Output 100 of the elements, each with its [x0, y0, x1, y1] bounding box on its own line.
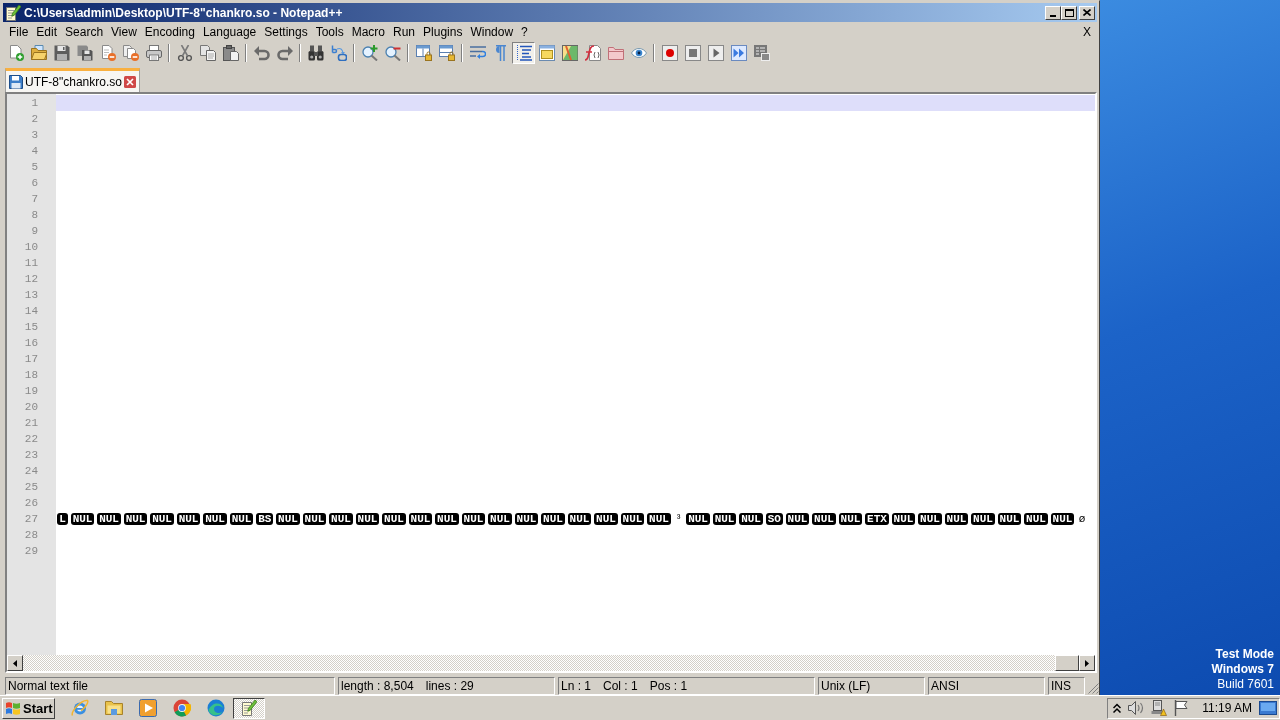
control-char-label: NUL: [647, 513, 671, 525]
control-char-label: NUL: [70, 513, 95, 525]
browser-icon[interactable]: [71, 699, 89, 717]
scroll-left-button[interactable]: [7, 655, 23, 671]
line-number: 8: [30, 208, 39, 223]
line-number: 14: [23, 304, 39, 319]
control-char-label: NUL: [203, 513, 227, 525]
control-char-label: NUL: [812, 513, 836, 525]
taskbar-button[interactable]: [233, 697, 265, 719]
code-text: ³: [674, 513, 683, 525]
line-number: 17: [23, 352, 39, 367]
status-text: Normal text file: [8, 679, 89, 693]
minimize-icon[interactable]: [1050, 14, 1056, 17]
menu-item[interactable]: Encoding: [140, 23, 199, 41]
control-char-label: NUL: [838, 513, 863, 525]
close-icon[interactable]: [1083, 9, 1091, 16]
control-char-label: NUL: [461, 513, 486, 525]
size-grip-icon[interactable]: [1088, 683, 1099, 694]
menu-item[interactable]: Macro: [347, 23, 389, 41]
control-char-label: NUL: [97, 513, 121, 525]
control-char-label: NUL: [382, 513, 406, 525]
control-char-label: NUL: [1050, 513, 1075, 525]
file-tab[interactable]: UTF-8"chankro.so: [5, 68, 140, 92]
control-char-label: L: [57, 513, 68, 525]
menu-item[interactable]: ?: [517, 23, 532, 41]
right-triangle-icon[interactable]: [1085, 659, 1089, 667]
control-char-label: NUL: [514, 513, 539, 525]
line-number: 22: [23, 432, 39, 447]
scrollbar-thumb[interactable]: [1055, 655, 1079, 671]
chevron-up-icon[interactable]: [1113, 703, 1121, 713]
line-number: 21: [23, 416, 39, 431]
status-text: INS: [1051, 679, 1071, 693]
left-triangle-icon[interactable]: [13, 659, 17, 667]
control-char-label: ETX: [865, 513, 889, 525]
notepad-icon[interactable]: [241, 700, 257, 716]
scroll-right-button[interactable]: [1079, 655, 1095, 671]
show-desktop-icon[interactable]: [1259, 701, 1277, 715]
browser-icon[interactable]: [173, 699, 191, 717]
flag-icon[interactable]: [1174, 700, 1188, 716]
notepad-icon: [5, 4, 21, 21]
control-char-label: NUL: [1024, 513, 1048, 525]
menu-item[interactable]: Window: [466, 23, 518, 41]
control-char-label: NUL: [594, 513, 618, 525]
media-player-icon[interactable]: [139, 699, 157, 717]
browser-icon[interactable]: [207, 699, 225, 717]
windows-logo-icon: [5, 701, 21, 715]
menu-item[interactable]: Search: [61, 23, 108, 41]
menu-item[interactable]: Settings: [260, 23, 312, 41]
menu-item[interactable]: View: [107, 23, 141, 41]
line-number: 28: [23, 528, 39, 543]
status-text: Pos : 1: [649, 679, 688, 693]
line-number: 5: [30, 160, 39, 175]
control-char-label: SO: [765, 513, 783, 525]
control-char-label: NUL: [785, 513, 810, 525]
clock: 11:19 AM: [1202, 701, 1252, 715]
desktop-notice-text: Build 7601: [1217, 677, 1274, 692]
control-char-label: NUL: [686, 513, 710, 525]
close-document-button[interactable]: X: [1077, 23, 1097, 41]
folder-icon[interactable]: [105, 699, 123, 717]
menu-item[interactable]: Plugins: [419, 23, 467, 41]
line-number: 9: [30, 224, 39, 239]
line-number: 20: [23, 400, 39, 415]
control-char-label: NUL: [302, 513, 327, 525]
menu-item[interactable]: Edit: [32, 23, 62, 41]
menu-item[interactable]: Tools: [311, 23, 348, 41]
line-number: 18: [23, 368, 39, 383]
line-number: 11: [23, 256, 39, 271]
control-char-label: NUL: [620, 513, 645, 525]
line-number: 16: [23, 336, 39, 351]
control-char-label: NUL: [944, 513, 969, 525]
line-number: 15: [23, 320, 39, 335]
close-button[interactable]: [1079, 5, 1095, 20]
menu-item[interactable]: Run: [389, 23, 420, 41]
line-number: 10: [23, 240, 39, 255]
line-number: 12: [23, 272, 39, 287]
control-char-label: NUL: [150, 513, 174, 525]
start-button[interactable]: Start: [2, 697, 55, 719]
control-char-label: BS: [256, 513, 274, 525]
control-char-label: NUL: [997, 513, 1022, 525]
control-char-label: NUL: [891, 513, 916, 525]
control-char-label: NUL: [329, 513, 353, 525]
speaker-icon[interactable]: [1128, 700, 1144, 716]
status-text: lines : 29: [425, 679, 474, 693]
control-char-label: NUL: [488, 513, 512, 525]
menu-item[interactable]: Language: [198, 23, 261, 41]
control-char-label: NUL: [276, 513, 300, 525]
network-warning-icon[interactable]: [1151, 700, 1167, 716]
control-char-label: NUL: [739, 513, 763, 525]
control-char-label: NUL: [971, 513, 995, 525]
control-char-label: NUL: [918, 513, 942, 525]
line-number: 19: [23, 384, 39, 399]
horizontal-scrollbar[interactable]: [7, 655, 1095, 671]
status-text: Col : 1: [603, 679, 638, 693]
menu-item[interactable]: File: [5, 23, 33, 41]
line-number: 4: [30, 144, 39, 159]
minimize-button[interactable]: [1045, 5, 1061, 20]
status-text: Ln : 1: [561, 679, 592, 693]
control-char-label: NUL: [541, 513, 565, 525]
control-char-label: NUL: [355, 513, 380, 525]
control-char-label: NUL: [435, 513, 459, 525]
